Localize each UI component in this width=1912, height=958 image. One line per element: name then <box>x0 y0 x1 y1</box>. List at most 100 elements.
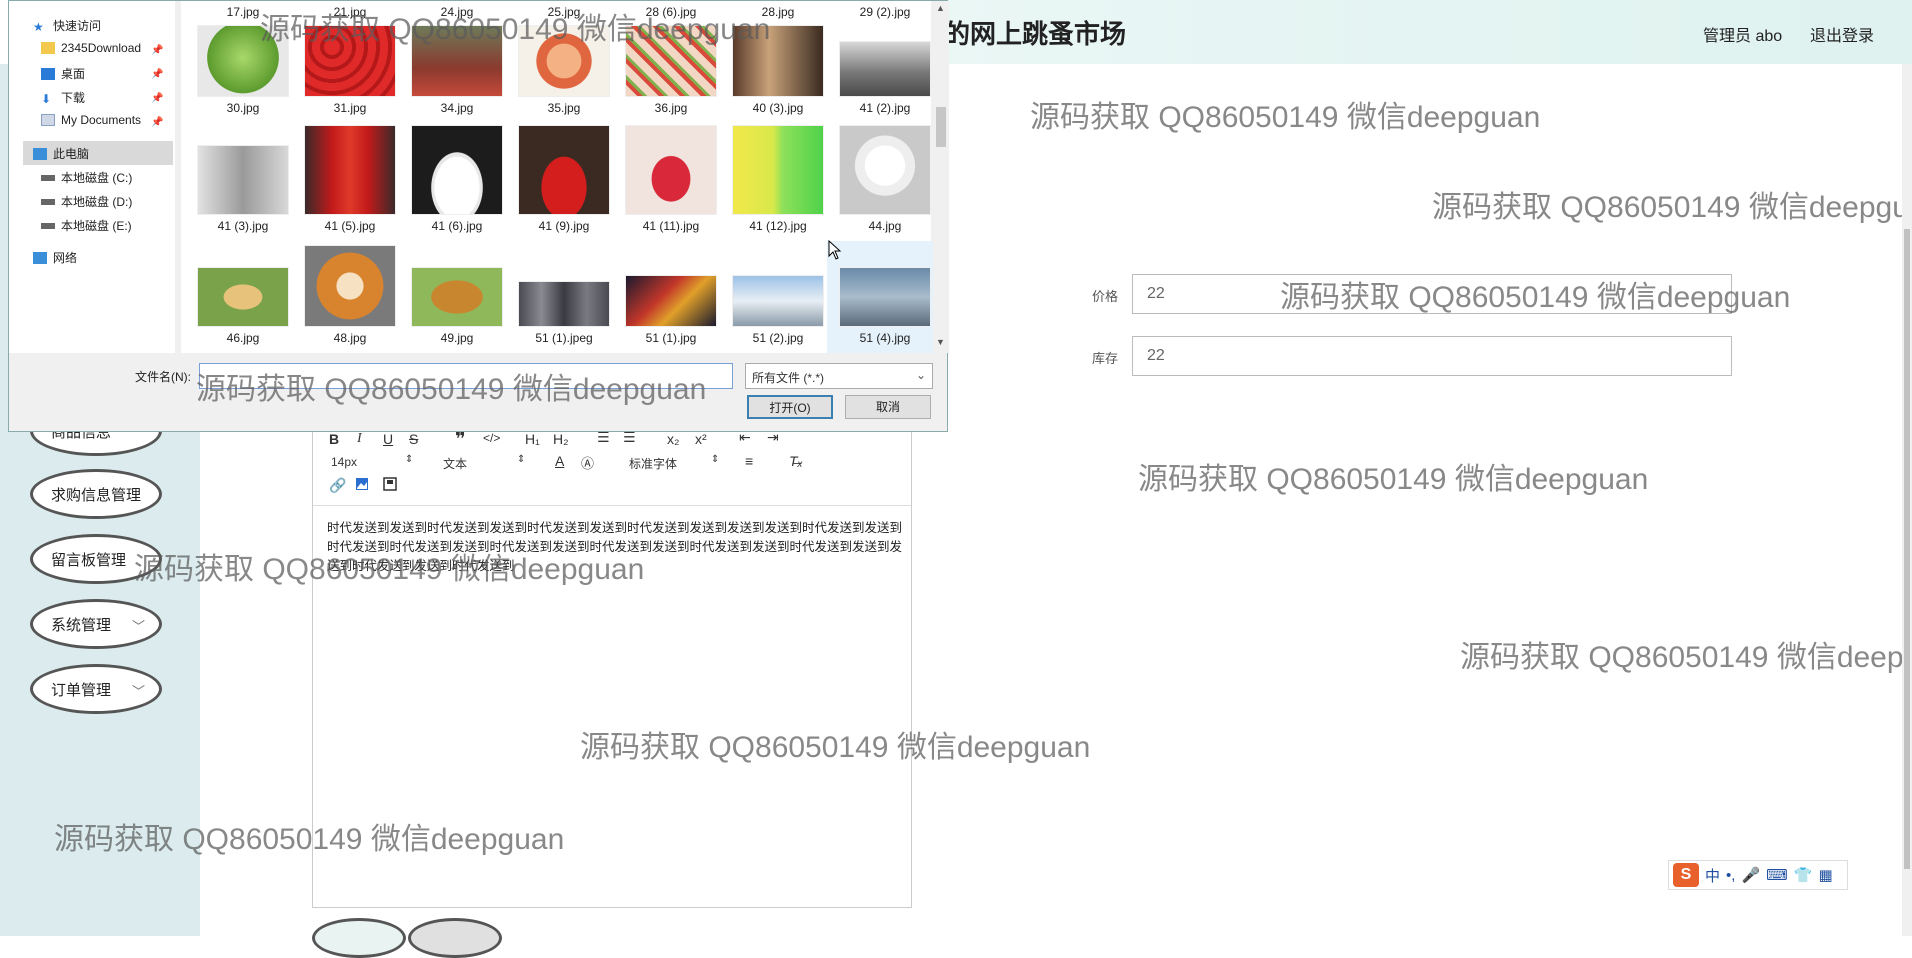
nav-desktop[interactable]: 桌面 <box>41 65 85 82</box>
file-tile[interactable]: 40 (3).jpg <box>722 25 824 135</box>
sidebar-item-system[interactable]: 系统管理 ﹀ <box>30 599 162 649</box>
file-tile[interactable]: 49.jpg <box>401 245 503 355</box>
font-color-icon[interactable]: A <box>555 453 564 469</box>
file-tile[interactable]: 46.jpg <box>187 245 289 355</box>
file-name: 48.jpg <box>333 331 367 345</box>
stock-input[interactable] <box>1132 336 1732 376</box>
open-button[interactable]: 打开(O) <box>747 395 833 419</box>
user-label: 管理员 abo <box>1703 28 1783 45</box>
file-name: 51 (2).jpg <box>752 331 804 345</box>
file-tile[interactable]: 51 (1).jpg <box>615 245 717 355</box>
bold-icon[interactable]: B <box>329 431 339 447</box>
quote-icon[interactable]: ❞ <box>455 429 466 450</box>
heading1-icon[interactable]: H₁ <box>525 431 540 447</box>
superscript-icon[interactable]: x² <box>695 431 707 447</box>
file-tile[interactable]: 41 (9).jpg <box>508 125 610 235</box>
file-name: 41 (9).jpg <box>538 219 590 233</box>
file-tile[interactable]: 41 (5).jpg <box>294 125 396 235</box>
file-name[interactable]: 28.jpg <box>722 5 834 19</box>
logout-link[interactable]: 退出登录 <box>1810 22 1874 46</box>
file-tile[interactable]: 41 (6).jpg <box>401 125 503 235</box>
file-name[interactable]: 24.jpg <box>401 5 513 19</box>
sidebar-item-purchase-requests[interactable]: 求购信息管理 <box>30 469 162 519</box>
file-tile[interactable]: 41 (2).jpg <box>829 25 931 135</box>
nav-drive-d[interactable]: 本地磁盘 (D:) <box>41 193 132 210</box>
nav-downloads[interactable]: ⬇ 下载 <box>41 89 85 106</box>
page-scrollbar[interactable] <box>1902 64 1912 936</box>
filename-input[interactable] <box>199 363 733 389</box>
scroll-thumb[interactable] <box>1904 229 1910 869</box>
nav-network[interactable]: 网络 <box>33 249 77 266</box>
sidebar-item-orders[interactable]: 订单管理 ﹀ <box>30 664 162 714</box>
pin-icon: 📌 <box>151 93 164 104</box>
file-tile[interactable]: 44.jpg <box>829 125 931 235</box>
paragraph-select[interactable]: 文本 <box>443 455 467 472</box>
heading2-icon[interactable]: H₂ <box>553 431 569 447</box>
file-tile[interactable]: 41 (3).jpg <box>187 125 289 235</box>
nav-label: 本地磁盘 (D:) <box>61 195 133 209</box>
ime-toolbar[interactable]: S 中 •, 🎤 ⌨ 👕 ▦ <box>1668 860 1848 890</box>
sidebar-item-message-board[interactable]: 留言板管理 <box>30 534 162 584</box>
image-icon[interactable] <box>355 477 369 494</box>
nav-label: 桌面 <box>61 67 86 81</box>
file-thumbnail <box>518 25 610 97</box>
background-color-icon[interactable]: Ⓐ <box>581 453 594 472</box>
reset-button[interactable] <box>408 918 502 958</box>
file-tile[interactable]: 31.jpg <box>294 25 396 135</box>
font-size-select[interactable]: 14px <box>331 455 357 469</box>
editor-content[interactable]: 时代发送到发送到时代发送到发送到时代发送到发送到时代发送到发送到发送到发送到时代… <box>327 519 902 576</box>
price-input[interactable] <box>1132 274 1732 314</box>
file-tile-selected[interactable]: 51 (4).jpg <box>827 241 941 355</box>
subscript-icon[interactable]: x₂ <box>667 431 679 447</box>
nav-my-documents[interactable]: My Documents <box>41 113 141 127</box>
file-tile[interactable]: 35.jpg <box>508 25 610 135</box>
nav-label: 此电脑 <box>53 147 90 161</box>
nav-this-pc[interactable]: 此电脑 <box>33 145 89 162</box>
file-tile[interactable]: 41 (11).jpg <box>615 125 717 235</box>
watermark: 源码获取 QQ86050149 微信deepguan <box>1460 641 1912 674</box>
file-thumbnail <box>625 25 717 97</box>
cancel-button[interactable]: 取消 <box>845 395 931 419</box>
scroll-thumb[interactable] <box>936 107 946 147</box>
nav-label: 本地磁盘 (C:) <box>61 171 133 185</box>
nav-drive-e[interactable]: 本地磁盘 (E:) <box>41 217 132 234</box>
watermark: 源码获取 QQ86050149 微信deepguan <box>1030 101 1541 134</box>
file-name[interactable]: 29 (2).jpg <box>829 5 941 19</box>
sidebar-item-label: 系统管理 <box>51 616 112 634</box>
scroll-up-icon[interactable]: ▲ <box>936 3 945 13</box>
file-tile[interactable]: 41 (12).jpg <box>722 125 824 235</box>
align-icon[interactable]: ≡ <box>745 453 753 469</box>
sidebar-item-label: 求购信息管理 <box>51 486 142 504</box>
file-tile[interactable]: 36.jpg <box>615 25 717 135</box>
filetype-select[interactable]: 所有文件 (*.*) ⌄ <box>745 363 933 389</box>
submit-button[interactable] <box>312 918 406 958</box>
nav-2345download[interactable]: 2345Download <box>41 41 141 55</box>
nav-quick-access[interactable]: ★ 快速访问 <box>33 17 101 34</box>
file-thumbnail <box>839 41 931 97</box>
underline-icon[interactable]: U <box>383 431 393 447</box>
clear-format-icon[interactable]: T̶ₓ <box>789 453 803 469</box>
file-name[interactable]: 17.jpg <box>187 5 299 19</box>
italic-icon[interactable]: I <box>357 431 362 447</box>
video-icon[interactable] <box>383 477 397 494</box>
file-name[interactable]: 25.jpg <box>508 5 620 19</box>
file-tile[interactable]: 51 (2).jpg <box>722 245 824 355</box>
nav-drive-c[interactable]: 本地磁盘 (C:) <box>41 169 132 186</box>
link-icon[interactable]: 🔗 <box>329 477 346 494</box>
scroll-down-icon[interactable]: ▼ <box>936 337 945 347</box>
strikethrough-icon[interactable]: S <box>409 431 418 447</box>
file-name: 35.jpg <box>547 101 581 115</box>
file-name[interactable]: 28 (6).jpg <box>615 5 727 19</box>
file-name: 41 (2).jpg <box>859 101 911 115</box>
file-name: 41 (12).jpg <box>749 219 807 233</box>
file-name[interactable]: 21.jpg <box>294 5 406 19</box>
file-tile[interactable]: 51 (1).jpeg <box>508 245 610 355</box>
file-tile[interactable]: 30.jpg <box>187 25 289 135</box>
file-thumbnail <box>304 125 396 215</box>
file-tile[interactable]: 48.jpg <box>294 245 396 355</box>
font-family-select[interactable]: 标准字体 <box>629 455 677 472</box>
file-tile[interactable]: 34.jpg <box>401 25 503 135</box>
sogou-icon: S <box>1673 863 1699 887</box>
dialog-scrollbar[interactable]: ▲ ▼ <box>933 1 949 353</box>
code-icon[interactable]: </> <box>483 431 500 445</box>
